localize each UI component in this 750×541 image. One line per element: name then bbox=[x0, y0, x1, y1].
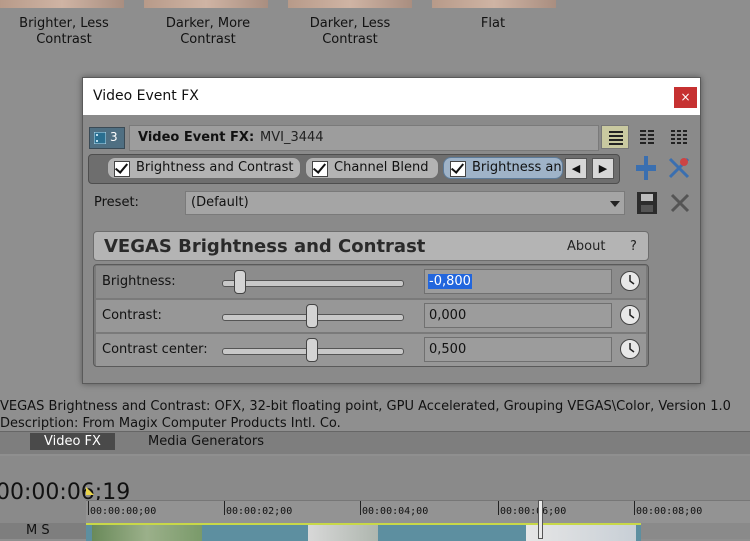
fx-chip-channel-blend[interactable]: Channel Blend bbox=[305, 157, 439, 179]
timeline: 00:00:06;19 00:00:00;00 00:00:02;00 00:0… bbox=[0, 456, 750, 541]
preset-thumbnail[interactable] bbox=[432, 0, 556, 8]
time-ruler[interactable]: 00:00:00;00 00:00:02;00 00:00:04;00 00:0… bbox=[86, 500, 750, 523]
param-row-contrast-center: Contrast center: 0,500 bbox=[96, 334, 646, 366]
dialog-titlebar[interactable]: Video Event FX × bbox=[83, 78, 700, 115]
enabled-checkbox[interactable] bbox=[312, 161, 328, 177]
fx-chip-label: Brightness and Contrast bbox=[136, 160, 294, 175]
preset-label-brighter-less-contrast[interactable]: Brighter, Less Contrast bbox=[0, 16, 134, 48]
insert-plugin-icon[interactable] bbox=[636, 156, 656, 180]
plugin-description-line: Description: From Magix Computer Product… bbox=[0, 416, 341, 431]
save-preset-icon[interactable] bbox=[637, 192, 657, 214]
preset-dropdown[interactable]: (Default) bbox=[185, 191, 625, 215]
preset-label-darker-less-contrast[interactable]: Darker, Less Contrast bbox=[280, 16, 420, 48]
chevron-down-icon bbox=[610, 201, 620, 207]
fx-chip-brightness-contrast[interactable]: Brightness and Contrast bbox=[107, 157, 301, 179]
fx-count-badge[interactable]: 3 bbox=[89, 127, 125, 149]
marker-icon[interactable] bbox=[86, 487, 94, 495]
param-label: Contrast center: bbox=[102, 342, 208, 357]
chain-scroll-left-button[interactable]: ◀ bbox=[565, 158, 587, 179]
fx-header-label: Video Event FX: bbox=[138, 130, 255, 145]
clock-icon bbox=[629, 275, 635, 285]
tab-video-fx[interactable]: Video FX bbox=[30, 433, 115, 450]
playhead[interactable] bbox=[538, 500, 543, 539]
remove-plugin-icon[interactable] bbox=[667, 156, 691, 180]
clock-icon bbox=[629, 309, 635, 319]
brightness-value-field[interactable]: -0,800 bbox=[424, 269, 612, 294]
close-button[interactable]: × bbox=[674, 87, 697, 108]
view-list-button[interactable] bbox=[601, 125, 629, 149]
brightness-value: -0,800 bbox=[428, 274, 472, 289]
contrast-slider-thumb[interactable] bbox=[306, 304, 318, 328]
plugin-title: VEGAS Brightness and Contrast bbox=[104, 236, 426, 257]
animate-clock-icon[interactable] bbox=[620, 271, 640, 291]
ruler-tick bbox=[634, 501, 635, 515]
ruler-tick bbox=[360, 501, 361, 515]
param-label: Contrast: bbox=[102, 308, 162, 323]
preset-label-darker-more-contrast[interactable]: Darker, More Contrast bbox=[138, 16, 278, 48]
param-row-contrast: Contrast: 0,000 bbox=[96, 300, 646, 332]
grid-view-icon bbox=[671, 130, 687, 144]
window-tab-bar: Video FX Media Generators bbox=[0, 431, 750, 454]
clock-icon bbox=[629, 343, 635, 353]
ruler-label: 00:00:04;00 bbox=[362, 506, 429, 517]
fx-chain: Brightness and Contrast Channel Blend Br… bbox=[88, 154, 620, 184]
list-view-icon bbox=[609, 131, 623, 145]
chain-scroll-right-button[interactable]: ▶ bbox=[592, 158, 614, 179]
tab-media-generators[interactable]: Media Generators bbox=[148, 434, 264, 449]
brightness-slider-track[interactable] bbox=[222, 280, 404, 287]
delete-preset-icon[interactable] bbox=[669, 192, 691, 214]
ruler-label: 00:00:08;00 bbox=[636, 506, 703, 517]
help-button[interactable]: ? bbox=[630, 239, 637, 254]
about-button[interactable]: About bbox=[567, 239, 605, 254]
columns-view-icon bbox=[640, 130, 654, 144]
plugin-info-line: VEGAS Brightness and Contrast: OFX, 32-b… bbox=[0, 399, 731, 414]
fx-count: 3 bbox=[110, 130, 118, 144]
ruler-tick bbox=[224, 501, 225, 515]
contrast-value-field[interactable]: 0,000 bbox=[424, 303, 612, 328]
param-label: Brightness: bbox=[102, 274, 176, 289]
ruler-label: 00:00:00;00 bbox=[90, 506, 157, 517]
fx-header: Video Event FX: MVI_3444 bbox=[129, 125, 599, 151]
film-icon bbox=[94, 132, 106, 144]
mute-solo-buttons[interactable]: M S bbox=[26, 523, 50, 538]
video-event-fx-dialog: Video Event FX × 3 Video Event FX: MVI_3… bbox=[82, 77, 701, 384]
presets-strip: Brighter, Less Contrast Darker, More Con… bbox=[0, 0, 750, 70]
fx-chip-label: Channel Blend bbox=[334, 160, 429, 175]
brightness-slider-thumb[interactable] bbox=[234, 270, 246, 294]
param-row-brightness: Brightness: -0,800 bbox=[96, 266, 646, 298]
animate-clock-icon[interactable] bbox=[620, 305, 640, 325]
preset-thumbnail[interactable] bbox=[288, 0, 412, 8]
preset-value: (Default) bbox=[191, 195, 249, 210]
contrast-center-value-field[interactable]: 0,500 bbox=[424, 337, 612, 362]
contrast-center-slider-thumb[interactable] bbox=[306, 338, 318, 362]
fx-chip-label: Brightness an bbox=[472, 160, 562, 175]
view-columns-button[interactable] bbox=[633, 125, 661, 149]
plugin-header: VEGAS Brightness and Contrast About ? bbox=[93, 231, 649, 261]
parameter-panel: Brightness: -0,800 Contrast: 0,000 Contr… bbox=[93, 264, 649, 367]
contrast-value: 0,000 bbox=[429, 308, 467, 323]
fx-header-name: MVI_3444 bbox=[260, 130, 324, 145]
ruler-tick bbox=[88, 501, 89, 515]
track-header: M S bbox=[0, 523, 86, 539]
animate-clock-icon[interactable] bbox=[620, 339, 640, 359]
preset-thumbnail[interactable] bbox=[0, 0, 124, 8]
enabled-checkbox[interactable] bbox=[114, 161, 130, 177]
ruler-label: 00:00:06;00 bbox=[500, 506, 567, 517]
enabled-checkbox[interactable] bbox=[450, 161, 466, 177]
view-grid-button[interactable] bbox=[665, 125, 693, 149]
ruler-tick bbox=[498, 501, 499, 515]
preset-label-flat[interactable]: Flat bbox=[423, 16, 563, 32]
video-event-clip[interactable] bbox=[86, 523, 641, 541]
fx-chip-brightness-active[interactable]: Brightness an bbox=[443, 157, 563, 179]
preset-label: Preset: bbox=[94, 195, 139, 210]
dialog-title: Video Event FX bbox=[93, 88, 199, 104]
preset-thumbnail[interactable] bbox=[144, 0, 268, 8]
ruler-label: 00:00:02;00 bbox=[226, 506, 293, 517]
contrast-center-value: 0,500 bbox=[429, 342, 467, 357]
